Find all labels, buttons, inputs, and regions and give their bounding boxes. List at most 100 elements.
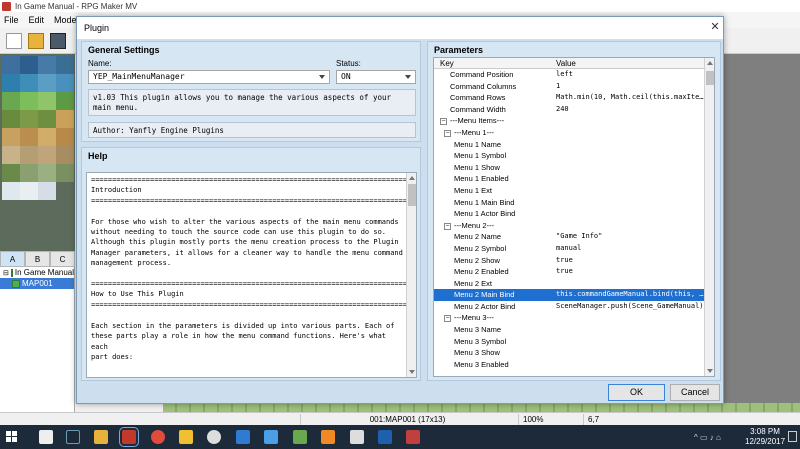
parameter-row[interactable]: Menu 3 Symbol: [434, 336, 704, 348]
notepad-plus-icon[interactable]: [293, 430, 307, 444]
parameter-value[interactable]: true: [556, 255, 704, 267]
help-text-area[interactable]: ========================================…: [86, 172, 417, 378]
parameter-row[interactable]: Menu 1 Show: [434, 162, 704, 174]
tile[interactable]: [56, 146, 74, 164]
tile[interactable]: [38, 92, 56, 110]
tile[interactable]: [2, 182, 20, 200]
tile[interactable]: [2, 92, 20, 110]
ok-button[interactable]: OK: [608, 384, 665, 401]
parameter-row[interactable]: Menu 1 Name: [434, 139, 704, 151]
save-icon[interactable]: [50, 32, 66, 49]
taskbar-clock[interactable]: 3:08 PM 12/29/2017: [745, 427, 785, 447]
parameter-row[interactable]: Command Width 240: [434, 104, 704, 116]
parameter-value[interactable]: manual: [556, 243, 704, 255]
tile[interactable]: [2, 128, 20, 146]
collapse-icon[interactable]: −: [444, 315, 451, 323]
app-icon[interactable]: [406, 430, 420, 444]
tile[interactable]: [20, 74, 38, 92]
collapse-icon[interactable]: −: [444, 129, 451, 137]
collapse-icon[interactable]: −: [440, 118, 447, 126]
tile[interactable]: [56, 182, 74, 200]
action-center-icon[interactable]: [788, 431, 797, 442]
parameter-value[interactable]: 240: [556, 104, 704, 116]
favorites-icon[interactable]: [179, 430, 193, 444]
tile[interactable]: [20, 164, 38, 182]
scrollbar-thumb[interactable]: [706, 71, 714, 85]
steam-icon[interactable]: [66, 430, 80, 444]
menu-edit[interactable]: Edit: [29, 15, 45, 25]
tile[interactable]: [38, 146, 56, 164]
tile[interactable]: [56, 128, 74, 146]
menu-file[interactable]: File: [4, 15, 19, 25]
close-icon[interactable]: ✕: [709, 21, 721, 33]
plugin-name-select[interactable]: YEP_MainMenuManager: [88, 70, 330, 84]
photos-icon[interactable]: [264, 430, 278, 444]
tile[interactable]: [2, 56, 20, 74]
scroll-down-icon[interactable]: [409, 370, 415, 374]
tile[interactable]: [38, 74, 56, 92]
parameter-row[interactable]: − ---Menu 3---: [434, 312, 704, 324]
tileset-tab-a[interactable]: A: [0, 251, 25, 267]
parameter-value[interactable]: SceneManager.push(Scene_GameManual): [556, 301, 704, 313]
tile[interactable]: [20, 128, 38, 146]
scroll-up-icon[interactable]: [707, 61, 713, 65]
parameter-row[interactable]: Menu 1 Actor Bind: [434, 208, 704, 220]
tile[interactable]: [20, 56, 38, 74]
tile[interactable]: [38, 110, 56, 128]
rpgmaker-taskbar-icon[interactable]: [119, 427, 139, 447]
tile[interactable]: [38, 128, 56, 146]
parameter-value[interactable]: "Game Info": [556, 231, 704, 243]
parameter-row[interactable]: Menu 2 Enabled true: [434, 266, 704, 278]
parameter-value[interactable]: this.commandGameManual.bind(this, …: [556, 289, 704, 301]
plugin-status-select[interactable]: ON: [336, 70, 416, 84]
parameter-row[interactable]: Menu 2 Show true: [434, 255, 704, 267]
scroll-down-icon[interactable]: [707, 369, 713, 373]
remote-desktop-icon[interactable]: [236, 430, 250, 444]
obs-icon[interactable]: [207, 430, 221, 444]
chrome-icon[interactable]: [151, 430, 165, 444]
tile[interactable]: [20, 110, 38, 128]
tile[interactable]: [2, 74, 20, 92]
parameter-row[interactable]: Menu 2 Name "Game Info": [434, 231, 704, 243]
parameter-row[interactable]: Menu 3 Show: [434, 347, 704, 359]
parameter-row[interactable]: Menu 2 Actor Bind SceneManager.push(Scene…: [434, 301, 704, 313]
tile[interactable]: [2, 110, 20, 128]
menu-mode[interactable]: Mode: [54, 15, 77, 25]
tile[interactable]: [38, 56, 56, 74]
cancel-button[interactable]: Cancel: [670, 384, 720, 401]
tile[interactable]: [56, 74, 74, 92]
map-canvas[interactable]: [720, 54, 800, 412]
new-project-icon[interactable]: [6, 32, 22, 49]
parameter-value[interactable]: true: [556, 266, 704, 278]
parameter-row[interactable]: Menu 2 Ext: [434, 278, 704, 290]
scrollbar-thumb[interactable]: [408, 184, 416, 206]
tile[interactable]: [38, 164, 56, 182]
tile[interactable]: [20, 182, 38, 200]
start-button[interactable]: [6, 431, 18, 443]
tileset-tab-c[interactable]: C: [50, 251, 75, 267]
parameter-row[interactable]: − ---Menu 1---: [434, 127, 704, 139]
parameter-row[interactable]: Menu 1 Enabled: [434, 173, 704, 185]
collapse-icon[interactable]: −: [444, 222, 451, 230]
tileset-tab-b[interactable]: B: [25, 251, 50, 267]
parameter-row[interactable]: Menu 1 Symbol: [434, 150, 704, 162]
parameter-row[interactable]: Command Rows Math.min(10, Math.ceil(this.…: [434, 92, 704, 104]
map-tree-root[interactable]: ⊟ In Game Manual: [0, 267, 74, 278]
column-value[interactable]: Value: [556, 59, 576, 68]
map-tree-item[interactable]: MAP001: [0, 278, 74, 289]
parameter-value[interactable]: left: [556, 69, 704, 81]
tile[interactable]: [56, 110, 74, 128]
parameter-row[interactable]: Menu 3 Enabled: [434, 359, 704, 371]
tile[interactable]: [38, 182, 56, 200]
scroll-up-icon[interactable]: [409, 176, 415, 180]
task-view-icon[interactable]: [39, 430, 53, 444]
parameter-value[interactable]: Math.min(10, Math.ceil(this.maxIte…: [556, 92, 704, 104]
open-folder-icon[interactable]: [28, 32, 44, 49]
collapse-icon[interactable]: ⊟: [3, 269, 9, 277]
tile[interactable]: [56, 56, 74, 74]
parameter-row[interactable]: Menu 1 Ext: [434, 185, 704, 197]
calculator-icon[interactable]: [350, 430, 364, 444]
tile[interactable]: [2, 164, 20, 182]
sublime-text-icon[interactable]: [321, 430, 335, 444]
parameter-row[interactable]: − ---Menu Items---: [434, 115, 704, 127]
